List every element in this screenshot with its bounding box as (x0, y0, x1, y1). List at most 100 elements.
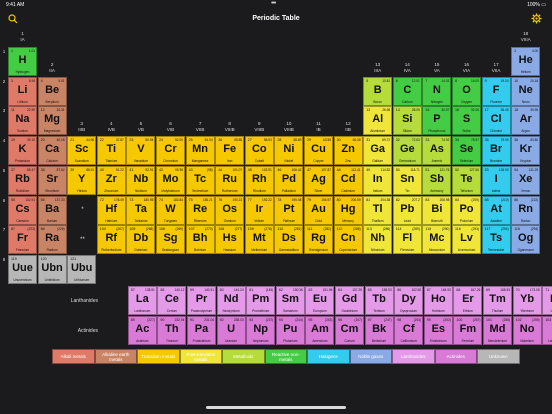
element-nobelium[interactable]: 102 (259) No Nobelium (512, 316, 542, 345)
element-neodymium[interactable]: 60 144.24 Nd Neodymium (216, 286, 246, 315)
element-carbon[interactable]: 6 12.01 C Carbon (392, 76, 422, 106)
element-lanthanum[interactable]: 57 138.91 La Lanthanum (127, 286, 157, 315)
element-argon[interactable]: 18 39.95 Ar Argon (511, 106, 541, 136)
element-gallium[interactable]: 31 69.72 Ga Gallium (363, 136, 393, 166)
element-neon[interactable]: 10 20.18 Ne Neon (511, 76, 541, 106)
element-hafnium[interactable]: 72 178.49 Hf Hafnium (96, 195, 126, 225)
element-niobium[interactable]: 41 92.91 Nb Niobium (126, 165, 156, 195)
element-lawrencium[interactable]: 103(266)LrLawrencium (542, 316, 552, 345)
element-chlorine[interactable]: 17 35.45 Cl Chlorine (481, 106, 511, 136)
legend-item-metalloid[interactable]: Metalloids (222, 349, 265, 364)
element-gadolinium[interactable]: 64 157.25 Gd Gadolinium (335, 286, 364, 315)
element-francium[interactable]: 87 (223) Fr Francium (8, 225, 37, 255)
element-samarium[interactable]: 62 150.36 Sm Samarium (275, 286, 305, 315)
element-tin[interactable]: 50 118.71 Sn Tin (392, 165, 422, 195)
element-meitnerium[interactable]: 109 (278) Mt Meitnerium (244, 225, 274, 255)
element-silicon[interactable]: 14 28.09 Si Silicon (392, 106, 422, 136)
element-antimony[interactable]: 51 121.76 Sb Antimony (422, 165, 452, 195)
element-rhodium[interactable]: 45 102.91 Rh Rhodium (244, 165, 274, 195)
element-yttrium[interactable]: 39 88.91 Y Yttrium (67, 165, 97, 195)
element-plutonium[interactable]: 94 (244) Pu Plutonium (275, 316, 305, 345)
element-terbium[interactable]: 65 158.93 Tb Terbium (364, 286, 394, 315)
element-promethium[interactable]: 61 (145) Pm Promethium (246, 286, 276, 315)
element-curium[interactable]: 96 (247) Cm Curium (335, 316, 364, 345)
element-platinum[interactable]: 78 195.08 Pt Platinum (274, 195, 304, 225)
element-bromine[interactable]: 35 79.90 Br Bromine (481, 136, 511, 166)
element-tungsten[interactable]: 74 183.84 W Tungsten (156, 195, 185, 225)
element-strontium[interactable]: 38 87.62 Sr Strontium (37, 165, 67, 195)
legend-item-halogen[interactable]: Halogens (307, 349, 350, 364)
element-dubnium[interactable]: 105 (268) Db Dubnium (126, 225, 156, 255)
element-osmium[interactable]: 76 190.23 Os Osmium (215, 195, 245, 225)
element-chromium[interactable]: 24 52.00 Cr Chromium (156, 136, 185, 166)
element-tantalum[interactable]: 73 180.95 Ta Tantalum (126, 195, 156, 225)
element-xenon[interactable]: 54 131.29 Xe Xenon (511, 165, 541, 195)
element-copernicium[interactable]: 112 (285) Cn Copernicium (333, 225, 363, 255)
element-flerovium[interactable]: 114 (289) Fl Flerovium (392, 225, 422, 255)
element-lutetium[interactable]: 71174.97LuLutetium (542, 286, 552, 315)
element-rhenium[interactable]: 75 186.21 Re Rhenium (185, 195, 215, 225)
element-zinc[interactable]: 30 65.38 Zn Zinc (333, 136, 363, 166)
element-radon[interactable]: 86 (222) Rn Radon (511, 195, 541, 225)
legend-item-alkaline[interactable]: Alkaline earth metals (94, 349, 137, 364)
element-actinium[interactable]: 89 (227) Ac Actinium (127, 316, 157, 345)
element-caesium[interactable]: 55 132.91 Cs Caesium (8, 195, 37, 225)
element-arsenic[interactable]: 33 74.92 As Arsenic (422, 136, 452, 166)
element-palladium[interactable]: 46 106.42 Pd Palladium (274, 165, 304, 195)
element-fluorine[interactable]: 9 19.00 F Fluorine (481, 76, 511, 106)
element-gold[interactable]: 79 196.97 Au Gold (304, 195, 333, 225)
element-boron[interactable]: 5 10.81 B Boron (363, 76, 393, 106)
element-protactinium[interactable]: 91 231.04 Pa Protactinium (187, 316, 216, 345)
element-uranium[interactable]: 92 238.03 U Uranium (216, 316, 246, 345)
home-indicator[interactable] (206, 406, 346, 409)
element-iron[interactable]: 26 55.85 Fe Iron (215, 136, 245, 166)
element-erbium[interactable]: 68 167.26 Er Erbium (453, 286, 483, 315)
element-sodium[interactable]: 11 22.99 Na Sodium (8, 106, 37, 136)
element-krypton[interactable]: 36 83.80 Kr Krypton (511, 136, 541, 166)
element-fermium[interactable]: 100 (257) Fm Fermium (453, 316, 483, 345)
element-iridium[interactable]: 77 192.22 Ir Iridium (244, 195, 274, 225)
element-oganesson[interactable]: 118 (294) Og Oganesson (511, 225, 541, 255)
element-lead[interactable]: 82 207.2 Pb Lead (392, 195, 422, 225)
element-bohrium[interactable]: 107 (270) Bh Bohrium (185, 225, 215, 255)
element-neptunium[interactable]: 93 (237) Np Neptunium (246, 316, 276, 345)
element-unbiunium[interactable]: 121 Ubu Unbiunium (67, 254, 97, 284)
element-radium[interactable]: 88 (226) Ra Radium (37, 225, 67, 255)
element-hydrogen[interactable]: 1 1.01 H Hydrogen (8, 47, 37, 76)
element-zirconium[interactable]: 40 91.22 Zr Zirconium (96, 165, 126, 195)
legend-item-transition[interactable]: Transition metals (137, 349, 180, 364)
element-einsteinium[interactable]: 99 (252) Es Einsteinium (423, 316, 453, 345)
element-tennessine[interactable]: 117 (294) Ts Tennessine (481, 225, 511, 255)
element-nihonium[interactable]: 113 (286) Nh Nihonium (363, 225, 393, 255)
element-selenium[interactable]: 34 78.97 Se Selenium (452, 136, 481, 166)
element-praseodymium[interactable]: 59 140.91 Pr Praseodymium (187, 286, 216, 315)
element-copper[interactable]: 29 63.55 Cu Copper (304, 136, 333, 166)
element-cerium[interactable]: 58 140.12 Ce Cerium (157, 286, 187, 315)
element-ruthenium[interactable]: 44 101.07 Ru Ruthenium (215, 165, 245, 195)
element-nitrogen[interactable]: 7 14.01 N Nitrogen (422, 76, 452, 106)
element-lithium[interactable]: 3 6.94 Li Lithium (8, 76, 37, 106)
element-germanium[interactable]: 32 72.63 Ge Germanium (392, 136, 422, 166)
element-titanium[interactable]: 22 47.87 Ti Titanium (96, 136, 126, 166)
element-calcium[interactable]: 20 40.08 Ca Calcium (37, 136, 67, 166)
element-tellurium[interactable]: 52 127.60 Te Tellurium (452, 165, 481, 195)
element-oxygen[interactable]: 8 16.00 O Oxygen (452, 76, 481, 106)
element-technetium[interactable]: 43 (98) Tc Technetium (185, 165, 215, 195)
element-seaborgium[interactable]: 106 (269) Sg Seaborgium (156, 225, 185, 255)
element-astatine[interactable]: 85 (210) At Astatine (481, 195, 511, 225)
multitask-dots[interactable]: ••• (271, 0, 276, 7)
legend-item-nonmetal[interactable]: Reactive non-metals (264, 349, 307, 364)
element-barium[interactable]: 56 137.33 Ba Barium (37, 195, 67, 225)
element-indium[interactable]: 49 114.82 In Indium (363, 165, 393, 195)
element-rutherfordium[interactable]: 104 (267) Rf Rutherfordium (96, 225, 126, 255)
element-californium[interactable]: 98 (251) Cf Californium (394, 316, 424, 345)
element-moscovium[interactable]: 115 (290) Mc Moscovium (422, 225, 452, 255)
element-polonium[interactable]: 84 (209) Po Polonium (452, 195, 481, 225)
element-vanadium[interactable]: 23 50.94 V Vanadium (126, 136, 156, 166)
element-cadmium[interactable]: 48 112.41 Cd Cadmium (333, 165, 363, 195)
legend-item-unknown[interactable]: Unknown (477, 349, 520, 364)
element-ununennium[interactable]: 119 Uue Ununennium (8, 254, 37, 284)
legend-item-noble[interactable]: Noble gases (349, 349, 392, 364)
element-iodine[interactable]: 53 126.90 I Iodine (481, 165, 511, 195)
element-bismuth[interactable]: 83 208.98 Bi Bismuth (422, 195, 452, 225)
